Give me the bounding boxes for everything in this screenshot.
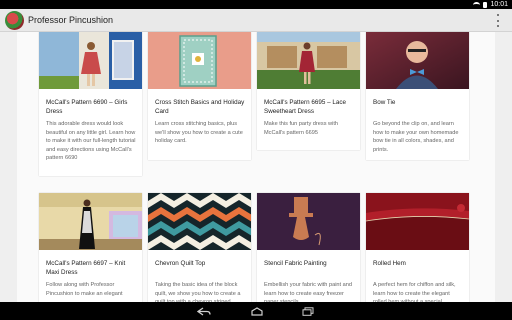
- card-description: This adorable dress would look beautiful…: [46, 121, 136, 161]
- card-title[interactable]: Rolled Hem: [373, 259, 465, 268]
- recent-apps-button[interactable]: [300, 306, 316, 316]
- status-time: 10:01: [490, 1, 508, 8]
- home-icon: [251, 306, 263, 316]
- content-grid[interactable]: McCall's Pattern 6690 – Girls Dress This…: [17, 32, 495, 302]
- card-knit-maxi-dress[interactable]: McCall's Pattern 6697 – Knit Maxi Dress …: [39, 193, 142, 302]
- card-title[interactable]: Stencil Fabric Painting: [264, 259, 356, 268]
- card-description: Follow along with Professor Pincushion t…: [46, 282, 123, 297]
- card-title[interactable]: McCall's Pattern 6690 – Girls Dress: [46, 98, 138, 116]
- card-thumbnail[interactable]: [148, 32, 251, 89]
- wifi-icon: [473, 1, 481, 8]
- action-bar: Professor Pincushion: [0, 9, 512, 32]
- card-chevron-quilt[interactable]: Chevron Quilt Top Taking the basic idea …: [148, 193, 251, 302]
- card-description: Go beyond the clip on, and learn how to …: [373, 121, 459, 153]
- card-lace-dress[interactable]: McCall's Pattern 6695 – Lace Sweetheart …: [257, 32, 360, 150]
- card-description: A perfect hem for chiffon and silk, lear…: [373, 282, 456, 302]
- back-button[interactable]: [196, 306, 212, 316]
- card-thumbnail[interactable]: [148, 193, 251, 250]
- card-rolled-hem[interactable]: Rolled Hem A perfect hem for chiffon and…: [366, 193, 469, 302]
- app-title: Professor Pincushion: [28, 15, 114, 25]
- card-thumbnail[interactable]: [366, 32, 469, 89]
- card-bow-tie[interactable]: Bow Tie Go beyond the clip on, and learn…: [366, 32, 469, 160]
- card-thumbnail[interactable]: [257, 193, 360, 250]
- card-thumbnail[interactable]: [366, 193, 469, 250]
- card-title[interactable]: Chevron Quilt Top: [155, 259, 247, 268]
- card-description: Make this fun party dress with McCall's …: [264, 121, 338, 136]
- back-icon: [197, 306, 211, 316]
- navigation-bar: [0, 302, 512, 320]
- card-title[interactable]: Bow Tie: [373, 98, 465, 107]
- card-description: Learn cross stitching basics, plus we'll…: [155, 121, 243, 144]
- card-thumbnail[interactable]: [39, 32, 142, 89]
- recent-apps-icon: [302, 306, 314, 316]
- card-title[interactable]: McCall's Pattern 6697 – Knit Maxi Dress: [46, 259, 138, 277]
- status-bar: 10:01: [0, 0, 512, 9]
- status-icons: 10:01: [473, 0, 508, 9]
- card-thumbnail[interactable]: [39, 193, 142, 250]
- overflow-menu-icon[interactable]: [496, 14, 500, 27]
- battery-icon: [483, 1, 488, 8]
- card-description: Taking the basic idea of the block quilt…: [155, 282, 241, 302]
- card-title[interactable]: McCall's Pattern 6695 – Lace Sweetheart …: [264, 98, 356, 116]
- card-thumbnail[interactable]: [257, 32, 360, 89]
- card-title[interactable]: Cross Stitch Basics and Holiday Card: [155, 98, 247, 116]
- home-button[interactable]: [249, 306, 265, 316]
- card-stencil-fabric-painting[interactable]: Stencil Fabric Painting Embellish your f…: [257, 193, 360, 302]
- app-logo-icon[interactable]: [5, 11, 24, 30]
- card-description: Embellish your fabric with paint and lea…: [264, 282, 352, 302]
- card-cross-stitch[interactable]: Cross Stitch Basics and Holiday Card Lea…: [148, 32, 251, 160]
- card-girls-dress[interactable]: McCall's Pattern 6690 – Girls Dress This…: [39, 32, 142, 176]
